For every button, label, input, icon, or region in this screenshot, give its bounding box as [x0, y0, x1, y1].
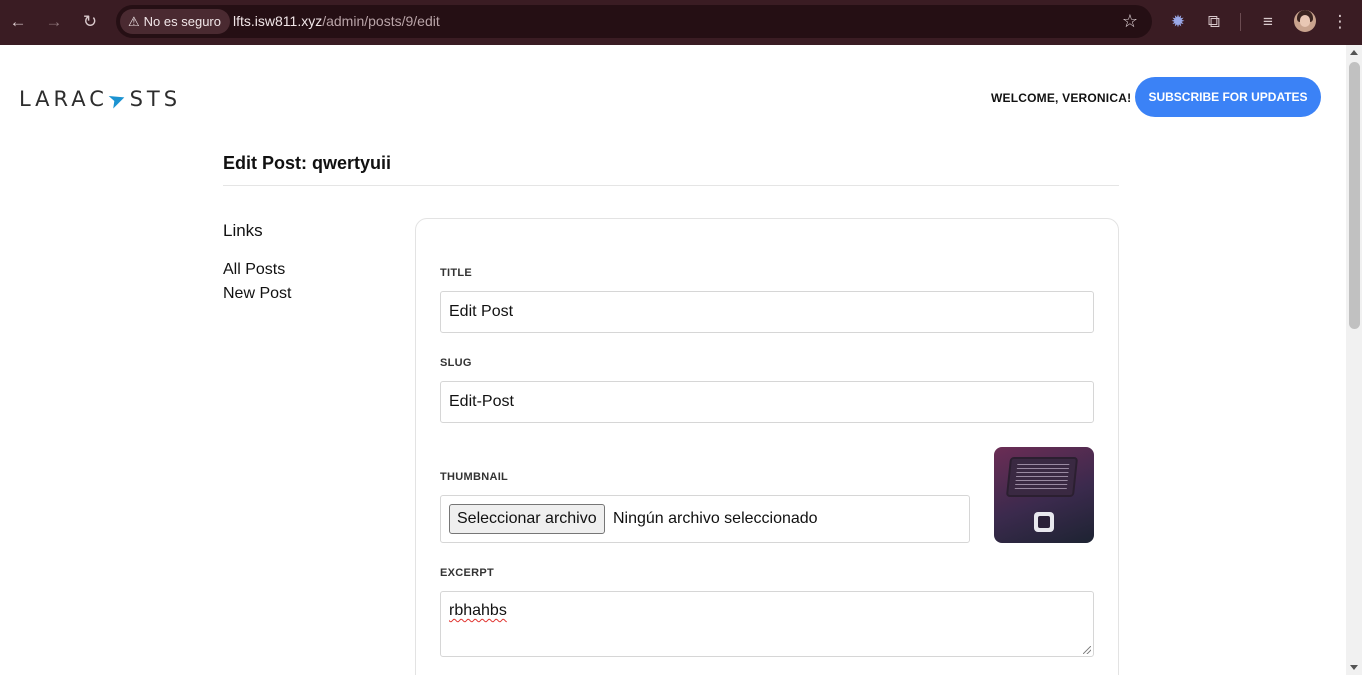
thumbnail-screen-graphic: [1005, 457, 1079, 497]
media-queue-icon[interactable]: ≡: [1257, 11, 1279, 33]
thumbnail-badge-graphic: [1034, 512, 1054, 532]
logo-text-right: STS: [129, 87, 182, 111]
page-title: Edit Post: qwertyuii: [223, 153, 392, 173]
url-host: lfts.isw811.xyz: [233, 13, 323, 29]
scrollbar-thumb[interactable]: [1349, 62, 1360, 329]
menu-kebab-icon[interactable]: ⋮: [1329, 11, 1351, 33]
warning-icon: ⚠: [128, 14, 140, 29]
extension-gear-icon[interactable]: ✹: [1167, 11, 1189, 33]
thumbnail-preview-image: [994, 447, 1094, 543]
excerpt-text: rbhahbs: [449, 602, 507, 619]
toolbar-divider: [1240, 13, 1241, 31]
slug-input[interactable]: Edit-Post: [440, 381, 1094, 423]
sidebar-link-all-posts[interactable]: All Posts: [223, 261, 285, 279]
reload-icon[interactable]: ↻: [79, 11, 101, 33]
bookmark-star-icon[interactable]: ☆: [1122, 5, 1138, 38]
scroll-down-arrow-icon[interactable]: [1350, 665, 1358, 670]
url-path: /admin/posts/9/edit: [322, 13, 440, 29]
scroll-up-arrow-icon[interactable]: [1350, 50, 1358, 55]
title-divider: [223, 185, 1119, 186]
title-label: TITLE: [440, 267, 473, 279]
subscribe-button[interactable]: SUBSCRIBE FOR UPDATES: [1135, 77, 1321, 117]
excerpt-label: EXCERPT: [440, 567, 495, 579]
slug-label: SLUG: [440, 357, 472, 369]
resize-handle-icon[interactable]: [1083, 646, 1091, 654]
profile-avatar[interactable]: [1294, 10, 1316, 32]
browser-toolbar: ← → ↻ ⚠ No es seguro lfts.isw811.xyz/admi…: [0, 0, 1362, 45]
sidebar-heading: Links: [223, 221, 263, 240]
forward-icon[interactable]: →: [43, 11, 65, 33]
thumbnail-label: THUMBNAIL: [440, 471, 509, 483]
extensions-puzzle-icon[interactable]: ⧉: [1203, 11, 1225, 33]
url-text[interactable]: lfts.isw811.xyz/admin/posts/9/edit: [233, 5, 440, 38]
title-input[interactable]: Edit Post: [440, 291, 1094, 333]
address-bar[interactable]: ⚠ No es seguro lfts.isw811.xyz/admin/post…: [116, 5, 1152, 38]
logo-text-left: LARAC: [19, 87, 108, 111]
file-status-text: Ningún archivo seleccionado: [613, 510, 818, 527]
excerpt-textarea[interactable]: rbhahbs: [440, 591, 1094, 657]
sidebar-link-new-post[interactable]: New Post: [223, 285, 291, 303]
thumbnail-file-input[interactable]: Seleccionar archivo Ningún archivo selec…: [440, 495, 970, 543]
choose-file-button[interactable]: Seleccionar archivo: [449, 504, 605, 534]
laracasts-logo[interactable]: LARAC➤STS: [19, 84, 182, 114]
page-content: LARAC➤STS WELCOME, VERONICA! SUBSCRIBE F…: [0, 45, 1346, 675]
security-label: No es seguro: [143, 14, 221, 29]
security-chip[interactable]: ⚠ No es seguro: [120, 9, 230, 34]
page-scrollbar[interactable]: [1346, 45, 1362, 675]
welcome-text: WELCOME, VERONICA!: [991, 91, 1132, 105]
back-icon[interactable]: ←: [7, 11, 29, 33]
